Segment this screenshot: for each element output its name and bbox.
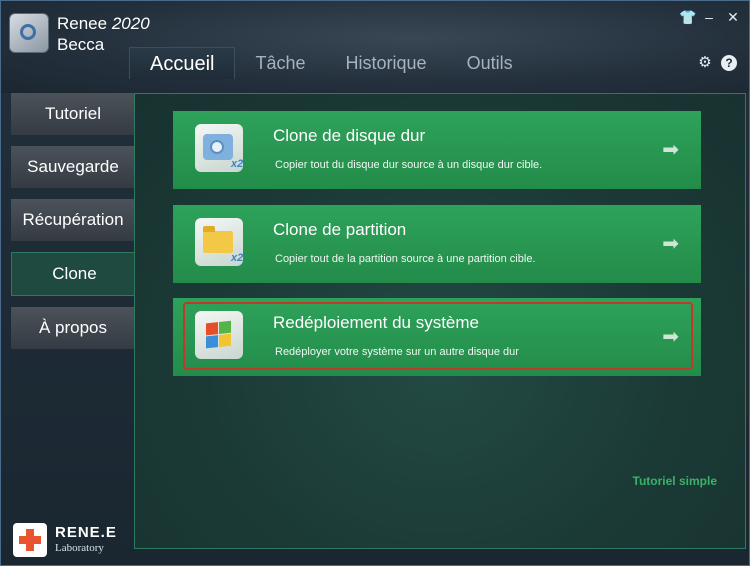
card-redeploiement-systeme[interactable]: Redéploiement du système Redéployer votr… — [173, 298, 701, 376]
window-controls: 👕 – ✕ — [679, 9, 739, 26]
content-panel: x2 Clone de disque dur Copier tout du di… — [134, 93, 746, 549]
close-button[interactable]: ✕ — [727, 9, 739, 26]
minimize-button[interactable]: – — [703, 9, 715, 26]
title-bar: Renee 2020 Becca 👕 – ✕ Accueil Tâche His… — [1, 1, 749, 93]
app-year: 2020 — [111, 14, 150, 33]
windows-flag — [206, 320, 232, 350]
card-description: Redéployer votre système sur un autre di… — [275, 346, 519, 358]
sidebar: Tutoriel Sauvegarde Récupération Clone À… — [11, 93, 137, 360]
app-name: Renee 2020 — [57, 13, 150, 35]
sidebar-item-tutoriel[interactable]: Tutoriel — [11, 93, 135, 135]
card-title: Clone de partition — [273, 220, 407, 239]
brand-logo: RENE.E Laboratory — [13, 523, 123, 559]
arrow-right-icon: ➡ — [662, 326, 679, 348]
app-logo-icon — [9, 13, 49, 53]
hard-disk-icon: x2 — [195, 124, 243, 172]
sidebar-item-recuperation[interactable]: Récupération — [11, 199, 135, 241]
folder-shape — [203, 226, 233, 253]
card-title: Redéploiement du système — [273, 313, 480, 332]
settings-gear-icon[interactable]: ⚙ — [697, 55, 713, 71]
tab-outils[interactable]: Outils — [447, 47, 533, 79]
arrow-right-icon: ➡ — [662, 233, 679, 255]
disk-shape — [203, 134, 233, 160]
sidebar-item-a-propos[interactable]: À propos — [11, 307, 135, 349]
help-icon[interactable]: ? — [721, 55, 737, 71]
arrow-right-icon: ➡ — [662, 139, 679, 161]
brand-subtitle: Laboratory — [55, 542, 104, 554]
skin-icon[interactable]: 👕 — [679, 9, 696, 26]
brand-name: RENE.E — [55, 524, 117, 541]
app-name-text: Renee — [57, 14, 108, 33]
windows-logo-icon — [195, 311, 243, 359]
sidebar-item-sauvegarde[interactable]: Sauvegarde — [11, 146, 135, 188]
tutoriel-simple-link[interactable]: Tutoriel simple — [633, 474, 717, 488]
folder-icon: x2 — [195, 218, 243, 266]
x2-badge: x2 — [231, 252, 244, 264]
top-right-icons: ⚙ ? — [697, 55, 737, 71]
card-description: Copier tout du disque dur source à un di… — [275, 159, 543, 171]
main-tabs: Accueil Tâche Historique Outils — [129, 47, 533, 79]
x2-badge: x2 — [231, 158, 244, 170]
card-clone-partition[interactable]: x2 Clone de partition Copier tout de la … — [173, 205, 701, 283]
app-subtitle: Becca — [57, 35, 105, 54]
tab-accueil[interactable]: Accueil — [129, 47, 236, 79]
card-description: Copier tout de la partition source à une… — [275, 253, 536, 265]
sidebar-item-clone[interactable]: Clone — [11, 252, 137, 296]
tab-historique[interactable]: Historique — [326, 47, 447, 79]
card-title: Clone de disque dur — [273, 126, 426, 145]
brand-cross-icon — [13, 523, 47, 557]
card-clone-disque[interactable]: x2 Clone de disque dur Copier tout du di… — [173, 111, 701, 189]
app-window: Renee 2020 Becca 👕 – ✕ Accueil Tâche His… — [0, 0, 750, 566]
tab-tache[interactable]: Tâche — [235, 47, 325, 79]
